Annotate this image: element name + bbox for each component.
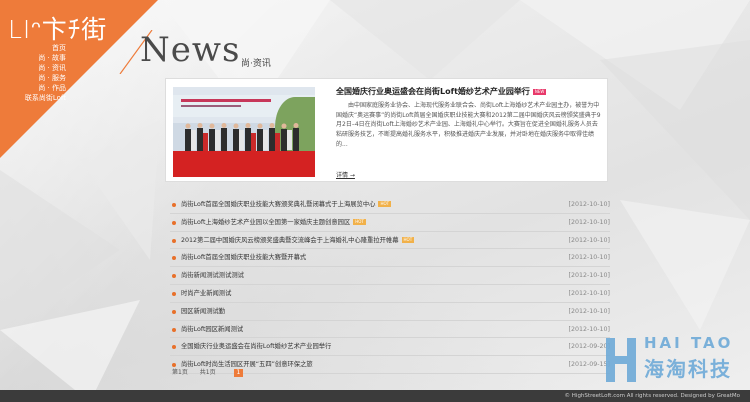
bullet-icon [172,291,176,296]
news-item-date: [2012-10-10] [568,289,610,297]
news-list-item[interactable]: 尚街Loft上海婚纱艺术产业园以全国第一家婚庆主题创意园区 HOT [2012-10… [170,214,610,232]
featured-summary: 由中国家庭服务业协会、上海现代服务业联合会、尚街Loft上海婚纱艺术产业园主办，… [336,102,601,148]
watermark-cn: 海淘科技 [644,357,732,381]
news-list-item[interactable]: 尚街Loft首届全国婚庆职业技能大赛颁奖典礼暨闭幕式于上海展览中心 HOT [201… [170,196,610,214]
nav-contact[interactable]: 联系尚街Loft [0,93,66,103]
news-item-title[interactable]: 尚街Loft首届全国婚庆职业技能大赛暨开幕式 [181,249,306,266]
news-item-date: [2012-10-10] [568,325,610,333]
news-item-title[interactable]: 尚街Loft园区新闻测试 [181,321,243,338]
bullet-icon [172,274,176,279]
news-item-date: [2012-10-10] [568,236,610,244]
news-list-item[interactable]: 时尚产业新闻测试 [2012-10-10] [170,285,610,303]
pager-total-label: 共1页 [199,369,216,376]
news-item-date: [2012-09-20] [568,343,610,351]
bullet-icon [172,327,176,332]
new-badge: NEW [532,88,547,95]
news-item-title-text[interactable]: 2012第二届中国婚庆风云榜颁奖盛典暨交流峰会于上海婚礼中心隆重拉开帷幕 [181,237,399,244]
hot-badge: HOT [378,201,392,207]
featured-photo[interactable] [173,87,315,177]
pagination: 第1页 共1页 1 [172,367,253,377]
watermark-logo: HAI TAO 海淘科技 [606,331,746,391]
news-item-title-text[interactable]: 尚街Loft上海婚纱艺术产业园以全国第一家婚庆主题创意园区 [181,219,350,226]
news-item-title[interactable]: 尚街新闻测试测试测试 [181,267,244,284]
bullet-icon [172,220,176,225]
watermark-en: HAI TAO [644,334,734,352]
bullet-icon [172,309,176,314]
nav-story[interactable]: 尚 · 故事 [0,53,66,63]
news-list-item[interactable]: 园区新闻测试勤 [2012-10-10] [170,303,610,321]
bullet-icon [172,256,176,261]
bullet-icon [172,345,176,350]
news-list-item[interactable]: 2012第二届中国婚庆风云榜颁奖盛典暨交流峰会于上海婚礼中心隆重拉开帷幕 HOT [… [170,232,610,250]
news-item-date: [2012-10-10] [568,272,610,280]
news-item-date: [2012-09-15] [568,361,610,369]
news-item-title-text[interactable]: 尚街Loft首届全国婚庆职业技能大赛颁奖典礼暨闭幕式于上海展览中心 [181,201,375,208]
site-footer: © HighStreetLoft.com All rights reserved… [0,390,750,402]
watermark-h-icon [606,338,636,382]
news-list-item[interactable]: 尚街Loft园区新闻测试 [2012-10-10] [170,321,610,339]
featured-title-text[interactable]: 全国婚庆行业奥运盛会在尚街Loft婚纱艺术产业园举行 [336,87,530,96]
news-item-title[interactable]: 尚街Loft首届全国婚庆职业技能大赛颁奖典礼暨闭幕式于上海展览中心 HOT [181,196,392,213]
pager-page-label: 第1页 [172,369,188,376]
bullet-icon [172,238,176,243]
news-item-date: [2012-10-10] [568,254,610,262]
news-item-title[interactable]: 时尚产业新闻测试 [181,285,231,302]
featured-title[interactable]: 全国婚庆行业奥运盛会在尚街Loft婚纱艺术产业园举行 NEW [336,86,547,97]
page-subtitle: 尚·资讯 [241,59,271,69]
featured-news-card[interactable]: 全国婚庆行业奥运盛会在尚街Loft婚纱艺术产业园举行 NEW 由中国家庭服务业协会… [165,78,608,182]
news-item-date: [2012-10-10] [568,201,610,208]
news-item-title[interactable]: 全国婚庆行业奥运盛会在尚街Loft婚纱艺术产业园举行 [181,338,331,355]
site-logo[interactable]: LIᵔ卞ﾁ街 [8,10,107,46]
news-list-item[interactable]: 尚街Loft首届全国婚庆职业技能大赛暨开幕式 [2012-10-10] [170,249,610,268]
main-nav: 首页 尚 · 故事 尚 · 资讯 尚 · 服务 尚 · 作品 联系尚街Loft [0,43,66,103]
nav-home[interactable]: 首页 [0,43,66,53]
nav-news[interactable]: 尚 · 资讯 [0,63,66,73]
page-title: News [140,30,241,70]
news-item-title[interactable]: 2012第二届中国婚庆风云榜颁奖盛典暨交流峰会于上海婚礼中心隆重拉开帷幕 HOT [181,232,415,249]
news-list-item[interactable]: 尚街新闻测试测试测试 [2012-10-10] [170,267,610,285]
nav-services[interactable]: 尚 · 服务 [0,73,66,83]
news-item-title[interactable]: 尚街Loft上海婚纱艺术产业园以全国第一家婚庆主题创意园区 HOT [181,214,366,231]
news-item-date: [2012-10-10] [568,307,610,315]
bullet-icon [172,203,176,207]
news-list-item[interactable]: 全国婚庆行业奥运盛会在尚街Loft婚纱艺术产业园举行 [2012-09-20] [170,338,610,357]
nav-works[interactable]: 尚 · 作品 [0,83,66,93]
hot-badge: HOT [353,218,366,225]
featured-more-link[interactable]: 详情 → [336,170,355,179]
hot-badge: HOT [401,236,415,243]
news-item-date: [2012-10-10] [568,218,610,226]
pager-current-page[interactable]: 1 [233,369,244,377]
news-item-title[interactable]: 园区新闻测试勤 [181,303,225,320]
news-list: 尚街Loft首届全国婚庆职业技能大赛颁奖典礼暨闭幕式于上海展览中心 HOT [201… [170,196,610,374]
